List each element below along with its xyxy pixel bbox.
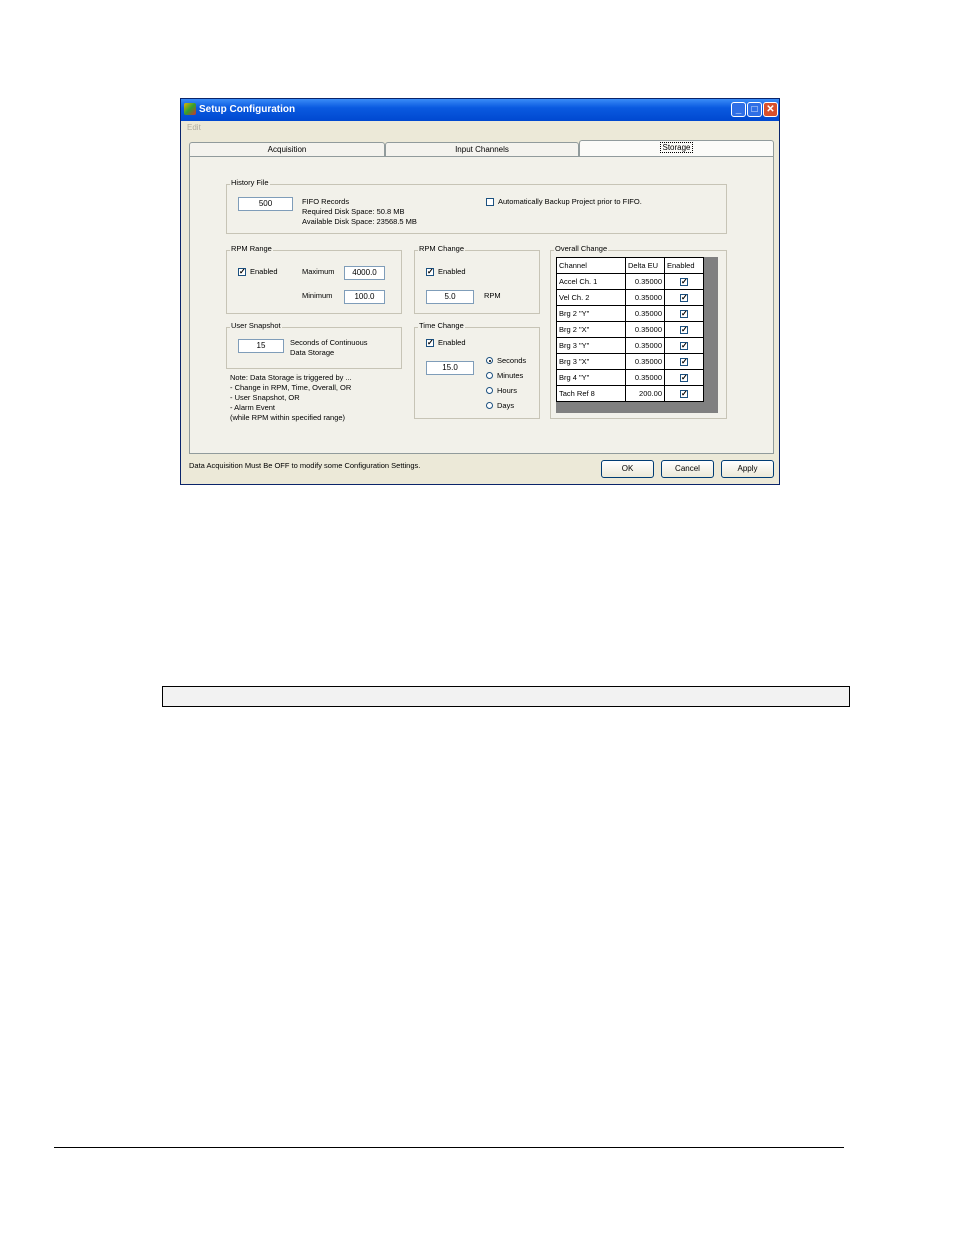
header-delta-eu: Delta EU — [625, 257, 665, 274]
row-channel: Vel Ch. 2 — [556, 289, 626, 306]
row-channel: Brg 2 "Y" — [556, 305, 626, 322]
rpm-change-group — [414, 250, 540, 314]
close-button[interactable]: ✕ — [763, 102, 778, 117]
table-row[interactable]: Brg 3 "X" 0.35000 ✓ — [556, 353, 704, 370]
table-row[interactable]: Brg 2 "X" 0.35000 ✓ — [556, 321, 704, 338]
row-enabled-checkbox[interactable]: ✓ — [680, 278, 688, 286]
history-file-label: History File — [230, 178, 270, 187]
note-line-1: Note: Data Storage is triggered by ... — [230, 373, 352, 382]
tab-acquisition[interactable]: Acquisition — [189, 142, 385, 157]
setup-configuration-window: Setup Configuration _ □ ✕ Edit Acquisiti… — [180, 98, 780, 485]
row-enabled-checkbox[interactable]: ✓ — [680, 390, 688, 398]
row-enabled-checkbox[interactable]: ✓ — [680, 294, 688, 302]
row-channel: Brg 3 "Y" — [556, 337, 626, 354]
row-enabled-checkbox[interactable]: ✓ — [680, 374, 688, 382]
table-row[interactable]: Brg 2 "Y" 0.35000 ✓ — [556, 305, 704, 322]
radio-hours[interactable] — [486, 387, 493, 394]
fifo-records-label: FIFO Records — [302, 197, 350, 206]
radio-days-label: Days — [497, 401, 515, 410]
row-channel: Accel Ch. 1 — [556, 273, 626, 290]
radio-seconds[interactable] — [486, 357, 493, 364]
overall-change-table[interactable]: Channel Delta EU Enabled Accel Ch. 1 0.3… — [556, 257, 704, 402]
rpm-change-input[interactable]: 5.0 — [426, 290, 474, 304]
radio-hours-label: Hours — [497, 386, 518, 395]
user-snapshot-label: User Snapshot — [230, 321, 282, 330]
rpm-range-enabled-label: Enabled — [250, 267, 278, 276]
document-caption-box — [162, 686, 850, 707]
user-snapshot-desc-2: Data Storage — [290, 348, 335, 357]
radio-seconds-label: Seconds — [497, 356, 527, 365]
window-title: Setup Configuration — [199, 104, 296, 115]
time-change-label: Time Change — [418, 321, 465, 330]
note-line-5: (while RPM within specified range) — [230, 413, 346, 422]
rpm-change-label: RPM Change — [418, 244, 466, 253]
row-enabled-checkbox[interactable]: ✓ — [680, 310, 688, 318]
tab-storage-label: Storage — [660, 142, 693, 153]
required-disk-space: Required Disk Space: 50.8 MB — [302, 207, 405, 216]
status-text: Data Acquisition Must Be OFF to modify s… — [189, 461, 421, 470]
rpm-range-label: RPM Range — [230, 244, 273, 253]
minimize-button[interactable]: _ — [731, 102, 746, 117]
header-enabled: Enabled — [664, 257, 704, 274]
note-line-2: - Change in RPM, Time, Overall, OR — [230, 383, 352, 392]
menu-edit[interactable]: Edit — [187, 123, 201, 132]
time-change-input[interactable]: 15.0 — [426, 361, 474, 375]
header-channel: Channel — [556, 257, 626, 274]
table-row[interactable]: Accel Ch. 1 0.35000 ✓ — [556, 273, 704, 290]
minimum-input[interactable]: 100.0 — [344, 290, 385, 304]
rpm-change-unit: RPM — [484, 291, 501, 300]
row-enabled-checkbox[interactable]: ✓ — [680, 326, 688, 334]
auto-backup-label: Automatically Backup Project prior to FI… — [498, 197, 642, 206]
table-row[interactable]: Brg 3 "Y" 0.35000 ✓ — [556, 337, 704, 354]
table-row[interactable]: Tach Ref 8 200.00 ✓ — [556, 385, 704, 402]
user-snapshot-input[interactable]: 15 — [238, 339, 284, 353]
cancel-button[interactable]: Cancel — [661, 460, 714, 478]
row-channel: Brg 4 "Y" — [556, 369, 626, 386]
row-channel: Brg 3 "X" — [556, 353, 626, 370]
row-channel: Brg 2 "X" — [556, 321, 626, 338]
minimum-label: Minimum — [302, 291, 333, 300]
footer-rule — [54, 1147, 844, 1148]
radio-days[interactable] — [486, 402, 493, 409]
radio-minutes-label: Minutes — [497, 371, 524, 380]
time-change-enabled-checkbox[interactable]: ✓ — [426, 339, 434, 347]
apply-button[interactable]: Apply — [721, 460, 774, 478]
fifo-records-input[interactable]: 500 — [238, 197, 293, 211]
row-delta[interactable]: 0.35000 — [625, 369, 665, 386]
table-header-row: Channel Delta EU Enabled — [556, 257, 704, 274]
row-delta[interactable]: 0.35000 — [625, 353, 665, 370]
auto-backup-checkbox[interactable] — [486, 198, 494, 206]
time-change-enabled-label: Enabled — [438, 338, 466, 347]
rpm-change-enabled-label: Enabled — [438, 267, 466, 276]
maximum-label: Maximum — [302, 267, 335, 276]
table-row[interactable]: Brg 4 "Y" 0.35000 ✓ — [556, 369, 704, 386]
row-delta[interactable]: 200.00 — [625, 385, 665, 402]
radio-minutes[interactable] — [486, 372, 493, 379]
tab-input-channels[interactable]: Input Channels — [385, 142, 579, 157]
table-row[interactable]: Vel Ch. 2 0.35000 ✓ — [556, 289, 704, 306]
row-delta[interactable]: 0.35000 — [625, 273, 665, 290]
row-delta[interactable]: 0.35000 — [625, 289, 665, 306]
title-bar[interactable]: Setup Configuration _ □ ✕ — [181, 99, 779, 121]
maximum-input[interactable]: 4000.0 — [344, 266, 385, 280]
user-snapshot-desc-1: Seconds of Continuous — [290, 338, 368, 347]
note-line-4: - Alarm Event — [230, 403, 276, 412]
row-channel: Tach Ref 8 — [556, 385, 626, 402]
overall-change-label: Overall Change — [554, 244, 609, 253]
row-enabled-checkbox[interactable]: ✓ — [680, 342, 688, 350]
available-disk-space: Available Disk Space: 23568.5 MB — [302, 217, 417, 226]
ok-button[interactable]: OK — [601, 460, 654, 478]
row-delta[interactable]: 0.35000 — [625, 305, 665, 322]
row-delta[interactable]: 0.35000 — [625, 321, 665, 338]
row-enabled-checkbox[interactable]: ✓ — [680, 358, 688, 366]
note-line-3: - User Snapshot, OR — [230, 393, 300, 402]
rpm-range-enabled-checkbox[interactable]: ✓ — [238, 268, 246, 276]
storage-panel: History File 500 FIFO Records Required D… — [189, 156, 774, 454]
rpm-range-group — [226, 250, 402, 314]
row-delta[interactable]: 0.35000 — [625, 337, 665, 354]
rpm-change-enabled-checkbox[interactable]: ✓ — [426, 268, 434, 276]
app-icon — [184, 103, 196, 115]
maximize-button[interactable]: □ — [747, 102, 762, 117]
